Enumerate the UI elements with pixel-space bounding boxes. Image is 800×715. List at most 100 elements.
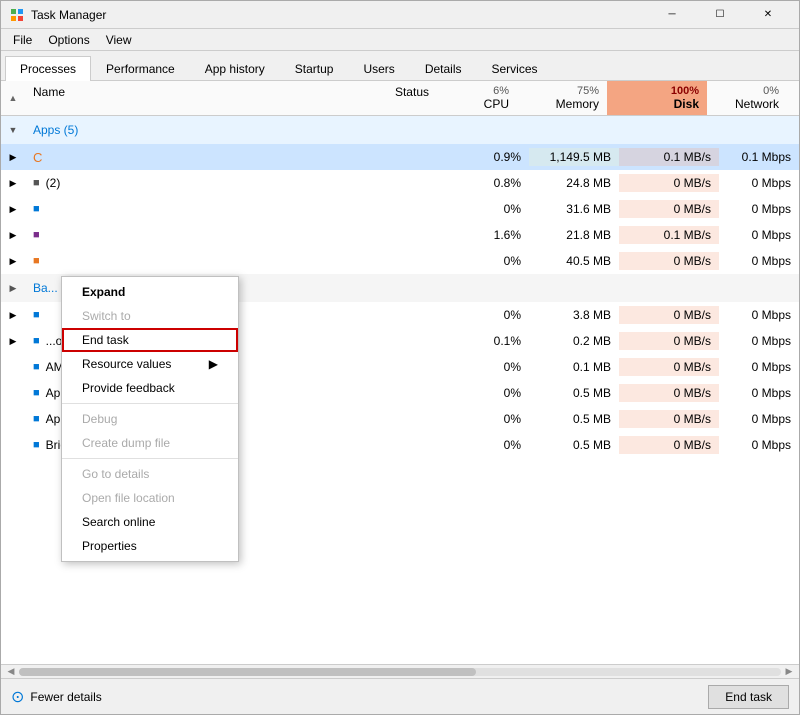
row-disk: 0 MB/s [619, 174, 719, 192]
memory-label: Memory [526, 97, 599, 111]
row-expand-icon[interactable]: ▶ [1, 230, 25, 241]
table-row[interactable]: ▶ ■ (2) 0.8% 24.8 MB 0 MB/s 0 Mbps [1, 170, 799, 196]
row-expand-icon[interactable]: ▶ [1, 152, 25, 163]
row-expand-icon[interactable]: ▶ [1, 310, 25, 321]
row-cpu: 0% [449, 410, 529, 428]
background-expand-icon[interactable]: ▶ [1, 283, 25, 294]
scroll-left-btn[interactable]: ◀ [3, 666, 19, 677]
row-network: 0 Mbps [719, 200, 799, 218]
bg-icon-1: ■ [33, 309, 40, 321]
row-memory: 24.8 MB [529, 174, 619, 192]
table-row[interactable]: ▶ ■ 0% 31.6 MB 0 MB/s 0 Mbps [1, 196, 799, 222]
row-disk: 0 MB/s [619, 306, 719, 324]
row-cpu: 0% [449, 384, 529, 402]
tab-details[interactable]: Details [410, 56, 477, 81]
sort-arrow-icon: ▲ [9, 93, 18, 103]
horizontal-scrollbar[interactable]: ◀ ▶ [1, 664, 799, 678]
tab-users[interactable]: Users [348, 56, 409, 81]
col-name[interactable]: Name [25, 81, 327, 115]
network-label: Network [716, 97, 779, 111]
column-headers-row: ▲ Name Status 6% CPU 75% Memory 100% Dis… [1, 81, 799, 116]
ctx-switch-to[interactable]: Switch to [62, 304, 238, 328]
row-cpu: 1.6% [449, 226, 529, 244]
fewer-details-label: Fewer details [30, 690, 101, 704]
row-network: 0 Mbps [719, 226, 799, 244]
row-status [339, 365, 449, 369]
close-button[interactable]: ✕ [745, 1, 791, 29]
menu-view[interactable]: View [98, 31, 140, 49]
apps-expand-icon[interactable]: ▼ [1, 125, 25, 135]
ctx-provide-feedback[interactable]: Provide feedback [62, 376, 238, 400]
sort-indicator: ▲ [1, 81, 25, 115]
main-content: ▲ Name Status 6% CPU 75% Memory 100% Dis… [1, 81, 799, 678]
row-name: ■ [25, 253, 339, 269]
window-controls: ─ ☐ ✕ [649, 1, 791, 29]
tab-startup[interactable]: Startup [280, 56, 349, 81]
col-disk[interactable]: 100% Disk [607, 81, 707, 115]
row-disk: 0 MB/s [619, 410, 719, 428]
win-icon-4: ■ [33, 439, 40, 451]
disk-label: Disk [616, 97, 699, 111]
row-network: 0 Mbps [719, 436, 799, 454]
row-expand-icon[interactable]: ▶ [1, 336, 25, 347]
row-status [339, 233, 449, 237]
cpu-pct: 6% [446, 85, 509, 97]
win-icon-3: ■ [33, 413, 40, 425]
col-cpu[interactable]: 6% CPU [437, 81, 517, 115]
row-memory: 3.8 MB [529, 306, 619, 324]
table-row[interactable]: ▶ C 0.9% 1,149.5 MB 0.1 MB/s 0.1 Mbps [1, 144, 799, 170]
ctx-open-file-location[interactable]: Open file location [62, 486, 238, 510]
row-expand-icon[interactable]: ▶ [1, 204, 25, 215]
row-expand-icon[interactable]: ▶ [1, 178, 25, 189]
ctx-go-to-details[interactable]: Go to details [62, 462, 238, 486]
apps-group-header[interactable]: ▼ Apps (5) [1, 116, 799, 144]
ctx-resource-values[interactable]: Resource values ▶ [62, 352, 238, 376]
row-status [339, 417, 449, 421]
scroll-right-btn[interactable]: ▶ [781, 666, 797, 677]
win-icon-2: ■ [33, 387, 40, 399]
fewer-details-icon: ⊙ [11, 687, 24, 707]
ctx-debug[interactable]: Debug [62, 407, 238, 431]
ctx-end-task[interactable]: End task [62, 328, 238, 352]
disk-pct: 100% [616, 85, 699, 97]
win-icon-1: ■ [33, 361, 40, 373]
minimize-button[interactable]: ─ [649, 1, 695, 29]
row-disk: 0 MB/s [619, 200, 719, 218]
ctx-separator-2 [62, 458, 238, 459]
col-status[interactable]: Status [327, 81, 437, 115]
row-memory: 0.5 MB [529, 410, 619, 428]
table-row[interactable]: ▶ ■ 0% 40.5 MB 0 MB/s 0 Mbps [1, 248, 799, 274]
row-network: 0 Mbps [719, 252, 799, 270]
row-memory: 1,149.5 MB [529, 148, 619, 166]
ctx-properties[interactable]: Properties [62, 534, 238, 558]
ctx-create-dump[interactable]: Create dump file [62, 431, 238, 455]
h-scroll-track[interactable] [19, 668, 781, 676]
col-memory[interactable]: 75% Memory [517, 81, 607, 115]
row-memory: 0.1 MB [529, 358, 619, 376]
row-expand-icon[interactable]: ▶ [1, 256, 25, 267]
cpu-label: CPU [446, 97, 509, 111]
maximize-button[interactable]: ☐ [697, 1, 743, 29]
ctx-search-online[interactable]: Search online [62, 510, 238, 534]
tab-performance[interactable]: Performance [91, 56, 190, 81]
col-network[interactable]: 0% Network [707, 81, 787, 115]
task-manager-window: Task Manager ─ ☐ ✕ File Options View Pro… [0, 0, 800, 715]
h-scroll-thumb[interactable] [19, 668, 476, 676]
row-name: ■ [25, 227, 339, 243]
ctx-expand[interactable]: Expand [62, 280, 238, 304]
menu-bar: File Options View [1, 29, 799, 51]
end-task-button[interactable]: End task [708, 685, 789, 709]
row-status [339, 313, 449, 317]
col-headers-grid: Name Status 6% CPU 75% Memory 100% Disk … [25, 81, 787, 115]
tab-processes[interactable]: Processes [5, 56, 91, 81]
menu-options[interactable]: Options [40, 31, 97, 49]
row-status [339, 391, 449, 395]
row-network: 0 Mbps [719, 384, 799, 402]
tab-app-history[interactable]: App history [190, 56, 280, 81]
menu-file[interactable]: File [5, 31, 40, 49]
table-row[interactable]: ▶ ■ 1.6% 21.8 MB 0.1 MB/s 0 Mbps [1, 222, 799, 248]
tab-services[interactable]: Services [477, 56, 553, 81]
row-cpu: 0% [449, 200, 529, 218]
fewer-details-btn[interactable]: ⊙ Fewer details [11, 687, 102, 707]
ctx-separator-1 [62, 403, 238, 404]
